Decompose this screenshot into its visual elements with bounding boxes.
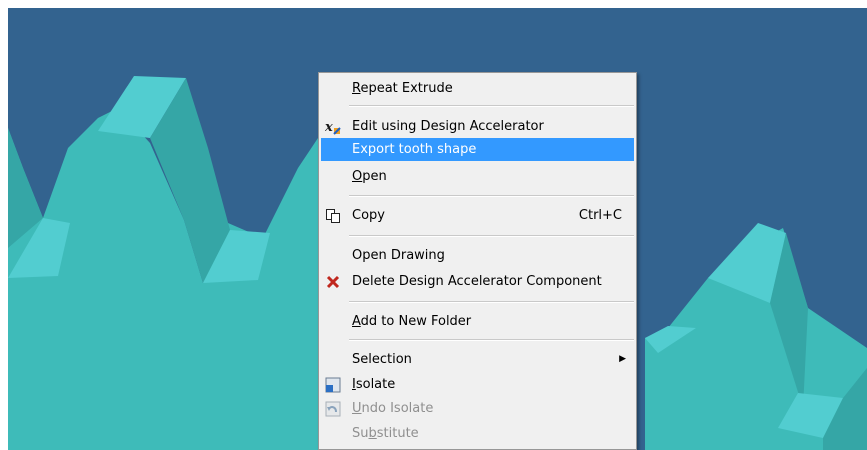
menu-item-label-rest: stitute bbox=[376, 426, 419, 441]
menu-item-label-rest: solate bbox=[355, 377, 396, 392]
menu-item-mnemonic: A bbox=[352, 314, 361, 329]
menu-item-repeat-extrude[interactable]: Repeat Extrude bbox=[321, 77, 634, 100]
menu-separator bbox=[349, 235, 634, 237]
menu-item-isolate[interactable]: Isolate bbox=[321, 373, 634, 396]
menu-item-label: Substitute bbox=[352, 422, 419, 445]
svg-text:x: x bbox=[325, 120, 333, 135]
copy-icon bbox=[326, 209, 340, 223]
menu-item-edit-design-accelerator[interactable]: x Edit using Design Accelerator bbox=[321, 115, 634, 138]
menu-item-substitute[interactable]: Substitute bbox=[321, 422, 634, 445]
menu-item-copy[interactable]: Copy Ctrl+C bbox=[321, 204, 634, 227]
menu-item-mnemonic: U bbox=[352, 401, 362, 416]
menu-item-shortcut: Ctrl+C bbox=[578, 208, 622, 223]
isolate-icon bbox=[325, 377, 341, 393]
menu-item-add-to-new-folder[interactable]: Add to New Folder bbox=[321, 310, 634, 333]
menu-item-label: Add to New Folder bbox=[352, 310, 471, 333]
menu-item-export-tooth-shape[interactable]: Export tooth shape bbox=[321, 138, 634, 161]
undo-isolate-icon bbox=[325, 401, 341, 417]
menu-item-label: Copy bbox=[352, 208, 385, 223]
menu-item-mnemonic: O bbox=[352, 169, 363, 184]
delete-x-icon bbox=[326, 275, 340, 289]
menu-item-label-rest: epeat Extrude bbox=[360, 81, 453, 96]
menu-item-label-rest: pen bbox=[362, 169, 387, 184]
menu-item-label: Delete Design Accelerator Component bbox=[352, 274, 602, 289]
design-accelerator-icon: x bbox=[325, 120, 341, 135]
menu-separator bbox=[349, 105, 634, 107]
menu-item-undo-isolate[interactable]: Undo Isolate bbox=[321, 397, 634, 420]
menu-item-label: Isolate bbox=[352, 373, 395, 396]
menu-item-label-rest: dd to New Folder bbox=[360, 314, 472, 329]
menu-item-label: Selection bbox=[352, 352, 412, 367]
menu-item-label: Open bbox=[352, 165, 387, 188]
context-menu: Repeat Extrude x Edit using Design Accel… bbox=[318, 72, 637, 450]
menu-item-label-rest: ndo Isolate bbox=[361, 401, 434, 416]
menu-item-label: Undo Isolate bbox=[352, 397, 433, 420]
menu-separator bbox=[349, 301, 634, 303]
menu-item-label-pre: Su bbox=[352, 426, 369, 441]
menu-item-selection[interactable]: Selection ▶ bbox=[321, 348, 634, 371]
submenu-arrow-icon: ▶ bbox=[619, 354, 626, 364]
menu-item-label: Repeat Extrude bbox=[352, 77, 453, 100]
menu-item-open-drawing[interactable]: Open Drawing bbox=[321, 244, 634, 267]
menu-separator bbox=[349, 339, 634, 341]
menu-item-label: Edit using Design Accelerator bbox=[352, 119, 544, 134]
menu-item-open[interactable]: Open bbox=[321, 165, 634, 188]
menu-item-label: Open Drawing bbox=[352, 248, 445, 263]
menu-item-label: Export tooth shape bbox=[352, 142, 477, 157]
menu-item-mnemonic: b bbox=[368, 426, 377, 441]
menu-item-delete-design-accelerator-component[interactable]: Delete Design Accelerator Component bbox=[321, 270, 634, 293]
menu-separator bbox=[349, 195, 634, 197]
